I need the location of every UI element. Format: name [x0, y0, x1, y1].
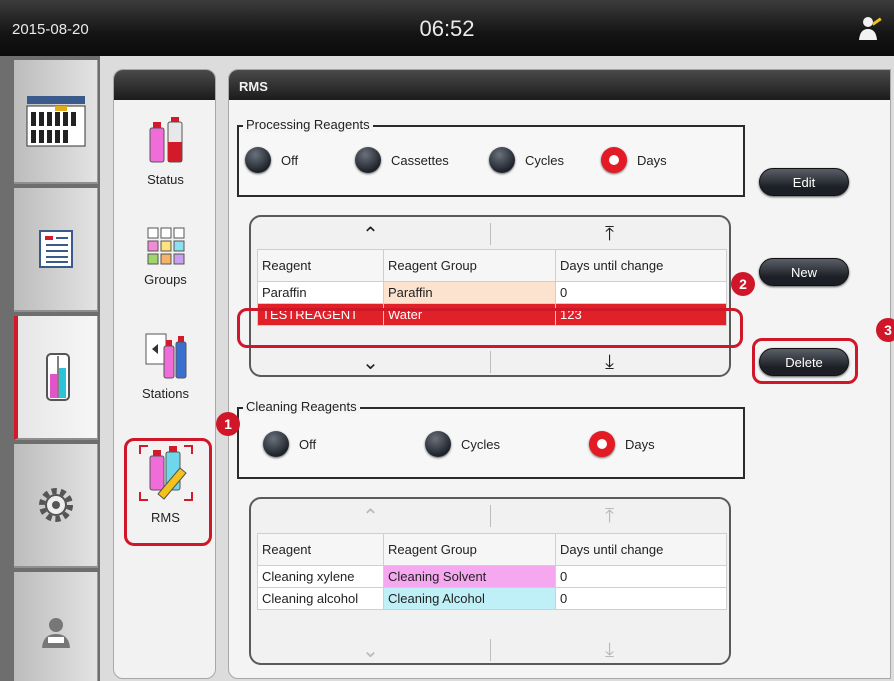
submenu-label-stations: Stations — [142, 386, 189, 401]
scroll-down-icon[interactable]: ⌄ — [251, 347, 490, 375]
submenu-item-status[interactable]: Status — [114, 116, 215, 187]
processing-table-bottom-arrows: ⌄ ⤓ — [251, 347, 729, 375]
table-row[interactable]: Paraffin Paraffin 0 — [257, 281, 727, 304]
processing-table-top-arrows: ⌃ ⤒ — [251, 219, 729, 249]
cleaning-table-top-arrows: ⌃ ⤒ — [251, 501, 729, 531]
callout-badge-1: 1 — [216, 412, 240, 436]
panel-title: RMS — [229, 70, 890, 100]
callout-highlight-delete — [752, 338, 858, 384]
cleaning-reagents-legend: Cleaning Reagents — [243, 399, 360, 414]
callout-highlight-rms — [124, 438, 212, 546]
radio-off[interactable] — [245, 147, 271, 173]
option-label-days: Days — [637, 152, 667, 168]
reagents-icon — [38, 230, 73, 268]
column-header-reagent: Reagent — [257, 533, 384, 566]
rail-reagent-bottles-button[interactable] — [14, 316, 98, 440]
cleaning-reagents-group: Cleaning Reagents Off Cycles Days — [237, 399, 745, 479]
reagents-submenu: Status Groups Stations RMS — [113, 69, 216, 679]
rail-user-button[interactable] — [14, 572, 98, 681]
cell-reagent: Cleaning xylene — [257, 565, 384, 588]
rail-reagents-button[interactable] — [14, 188, 98, 312]
user-key-icon[interactable] — [856, 14, 884, 42]
reagent-bottles-icon — [45, 353, 70, 401]
cell-reagent-group: Paraffin — [383, 281, 556, 304]
processing-reagents-group: Processing Reagents Off Cassettes Cycles… — [237, 117, 745, 197]
column-header-days-until-change: Days until change — [555, 533, 727, 566]
column-header-reagent: Reagent — [257, 249, 384, 282]
table-row[interactable]: Cleaning xylene Cleaning Solvent 0 — [257, 565, 727, 588]
column-header-reagent-group: Reagent Group — [383, 533, 556, 566]
callout-badge-3: 3 — [876, 318, 894, 342]
rail-settings-button[interactable] — [14, 444, 98, 568]
option-label-off: Off — [299, 436, 317, 452]
radio-off[interactable] — [263, 431, 289, 457]
cleaning-table-bottom-arrows: ⌄ ⤓ — [251, 635, 729, 663]
edit-button[interactable]: Edit — [759, 168, 849, 196]
status-bottles-icon — [149, 117, 182, 163]
submenu-label-groups: Groups — [144, 272, 187, 287]
scroll-bottom-icon[interactable]: ⤓ — [490, 347, 729, 375]
scroll-up-icon[interactable]: ⌃ — [251, 219, 490, 249]
option-label-off: Off — [281, 152, 299, 168]
scroll-down-icon[interactable]: ⌄ — [251, 635, 490, 663]
radio-cassettes[interactable] — [355, 147, 381, 173]
table-header-row: Reagent Reagent Group Days until change — [257, 533, 727, 566]
cleaning-reagents-table-box: ⌃ ⤒ Reagent Reagent Group Days until cha… — [249, 497, 731, 665]
option-label-cassettes: Cassettes — [391, 152, 449, 168]
stations-icon — [145, 333, 186, 379]
cleaning-option-cycles[interactable]: Cycles — [425, 431, 500, 457]
submenu-header-bar — [114, 70, 215, 100]
cell-days: 0 — [555, 565, 727, 588]
programs-icon — [26, 96, 85, 147]
main-navigation-rail — [0, 56, 100, 681]
scroll-up-icon[interactable]: ⌃ — [251, 501, 490, 531]
cell-reagent: Paraffin — [257, 281, 384, 304]
table-header-row: Reagent Reagent Group Days until change — [257, 249, 727, 282]
cell-days: 0 — [555, 587, 727, 610]
cell-reagent: Cleaning alcohol — [257, 587, 384, 610]
radio-days-selected[interactable] — [601, 147, 627, 173]
user-icon — [41, 618, 70, 648]
cleaning-option-days[interactable]: Days — [589, 431, 655, 457]
cell-reagent-group: Cleaning Solvent — [383, 565, 556, 588]
processing-reagents-legend: Processing Reagents — [243, 117, 373, 132]
scroll-bottom-icon[interactable]: ⤓ — [490, 635, 729, 663]
groups-grid-icon — [147, 227, 184, 265]
callout-badge-2: 2 — [731, 272, 755, 296]
processing-reagents-table-box: ⌃ ⤒ Reagent Reagent Group Days until cha… — [249, 215, 731, 377]
rail-programs-button[interactable] — [14, 60, 98, 184]
processing-option-off[interactable]: Off — [245, 147, 298, 173]
table-row[interactable]: Cleaning alcohol Cleaning Alcohol 0 — [257, 587, 727, 610]
cleaning-option-off[interactable]: Off — [263, 431, 316, 457]
submenu-item-stations[interactable]: Stations — [114, 330, 215, 401]
column-header-reagent-group: Reagent Group — [383, 249, 556, 282]
radio-cycles[interactable] — [425, 431, 451, 457]
option-label-days: Days — [625, 436, 655, 452]
top-status-bar: 2015-08-20 06:52 — [0, 0, 894, 56]
scroll-top-icon[interactable]: ⤒ — [490, 501, 729, 531]
submenu-label-status: Status — [147, 172, 184, 187]
radio-cycles[interactable] — [489, 147, 515, 173]
app-root: 2015-08-20 06:52 Status Groups Stations … — [0, 0, 894, 681]
option-label-cycles: Cycles — [525, 152, 565, 168]
cell-reagent-group: Cleaning Alcohol — [383, 587, 556, 610]
cleaning-reagents-table: Reagent Reagent Group Days until change … — [257, 533, 727, 610]
option-label-cycles: Cycles — [461, 436, 501, 452]
clock-display: 06:52 — [419, 16, 475, 41]
processing-option-cycles[interactable]: Cycles — [489, 147, 564, 173]
processing-option-days[interactable]: Days — [601, 147, 667, 173]
cell-days: 0 — [555, 281, 727, 304]
settings-gear-icon — [38, 488, 73, 522]
processing-option-cassettes[interactable]: Cassettes — [355, 147, 449, 173]
submenu-item-groups[interactable]: Groups — [114, 226, 215, 287]
radio-days-selected[interactable] — [589, 431, 615, 457]
new-button[interactable]: New — [759, 258, 849, 286]
column-header-days-until-change: Days until change — [555, 249, 727, 282]
scroll-top-icon[interactable]: ⤒ — [490, 219, 729, 249]
callout-highlight-selected-row — [237, 308, 743, 348]
